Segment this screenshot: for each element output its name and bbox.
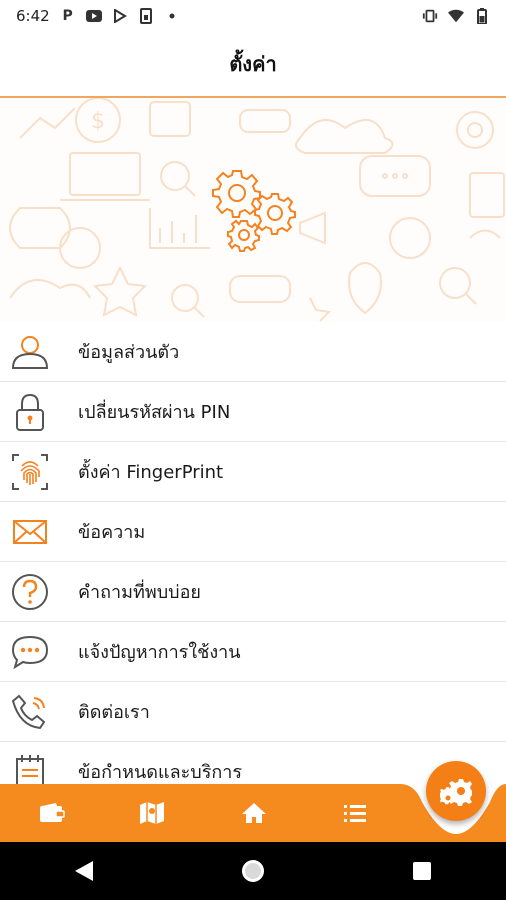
menu-item-messages[interactable]: ข้อความ xyxy=(0,502,506,562)
wifi-icon xyxy=(448,8,464,24)
fingerprint-icon xyxy=(10,452,50,492)
youtube-icon xyxy=(85,8,102,24)
menu-label: แจ้งปัญหาการใช้งาน xyxy=(78,642,241,663)
p-icon: P xyxy=(62,8,73,24)
dot-icon xyxy=(164,8,180,24)
map-icon xyxy=(140,802,164,824)
gears-illustration xyxy=(212,170,296,252)
play-store-icon xyxy=(112,8,128,24)
menu-item-contact-us[interactable]: ติดต่อเรา xyxy=(0,682,506,742)
status-time: 6:42 xyxy=(16,7,50,25)
settings-fab[interactable] xyxy=(426,761,486,821)
wallet-icon xyxy=(40,803,65,822)
sim-icon xyxy=(138,8,154,24)
menu-label: ข้อความ xyxy=(78,522,146,543)
home-circle-icon xyxy=(241,860,264,882)
lock-icon xyxy=(10,392,50,432)
menu-label: ข้อมูลส่วนตัว xyxy=(78,342,180,363)
back-button[interactable] xyxy=(64,851,104,891)
back-icon xyxy=(75,861,94,881)
menu-label: ตั้งค่า FingerPrint xyxy=(78,462,224,483)
recents-icon xyxy=(412,862,431,880)
person-icon xyxy=(10,332,50,372)
menu-label: ข้อกำหนดและบริการ xyxy=(78,762,243,783)
nav-map-button[interactable] xyxy=(137,798,167,828)
menu-item-personal-info[interactable]: ข้อมูลส่วนตัว xyxy=(0,322,506,382)
chat-icon xyxy=(10,632,50,672)
phone-icon xyxy=(10,692,50,732)
menu-item-faq[interactable]: คำถามที่พบบ่อย xyxy=(0,562,506,622)
status-left: 6:42 P xyxy=(16,7,180,25)
system-nav-bar xyxy=(0,842,506,900)
list-icon xyxy=(344,805,366,822)
settings-banner: $ xyxy=(0,98,506,322)
svg-text:$: $ xyxy=(91,109,105,134)
menu-label: ติดต่อเรา xyxy=(78,702,150,723)
nav-wallet-button[interactable] xyxy=(37,798,67,828)
nav-home-button[interactable] xyxy=(239,798,269,828)
nav-list-button[interactable] xyxy=(340,798,370,828)
settings-menu: ข้อมูลส่วนตัว เปลี่ยนรหัสผ่าน PIN ตั้งค่… xyxy=(0,322,506,784)
menu-item-report-problem[interactable]: แจ้งปัญหาการใช้งาน xyxy=(0,622,506,682)
page-title: ตั้งค่า xyxy=(229,52,277,76)
mail-icon xyxy=(10,512,50,552)
menu-label: เปลี่ยนรหัสผ่าน PIN xyxy=(78,402,231,423)
recents-button[interactable] xyxy=(402,851,442,891)
status-right xyxy=(422,8,490,24)
status-bar: 6:42 P xyxy=(0,0,506,32)
app-header: ตั้งค่า xyxy=(0,32,506,98)
home-icon xyxy=(242,803,266,823)
menu-label: คำถามที่พบบ่อย xyxy=(78,582,201,603)
battery-icon xyxy=(474,8,490,24)
question-icon xyxy=(10,572,50,612)
menu-item-fingerprint[interactable]: ตั้งค่า FingerPrint xyxy=(0,442,506,502)
vibrate-icon xyxy=(422,8,438,24)
home-system-button[interactable] xyxy=(233,851,273,891)
banner-illustration: $ xyxy=(9,98,505,322)
menu-item-change-pin[interactable]: เปลี่ยนรหัสผ่าน PIN xyxy=(0,382,506,442)
calendar-icon xyxy=(10,752,50,784)
gears-icon xyxy=(440,779,472,806)
